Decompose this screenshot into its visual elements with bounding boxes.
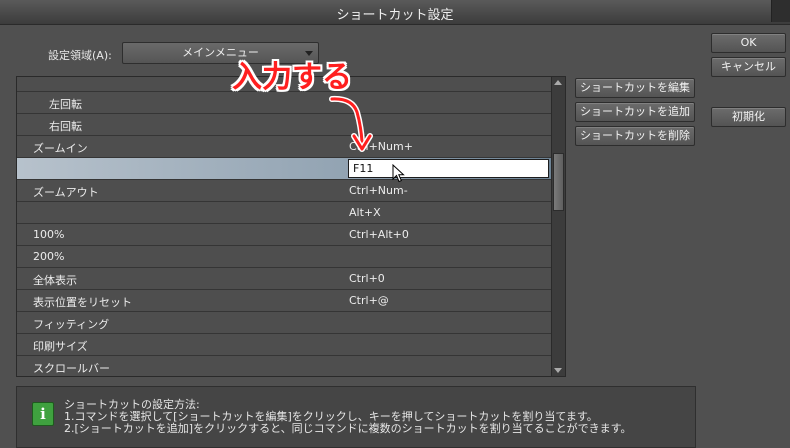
annotation-arrow <box>329 95 373 152</box>
mouse-cursor-icon <box>392 164 405 183</box>
